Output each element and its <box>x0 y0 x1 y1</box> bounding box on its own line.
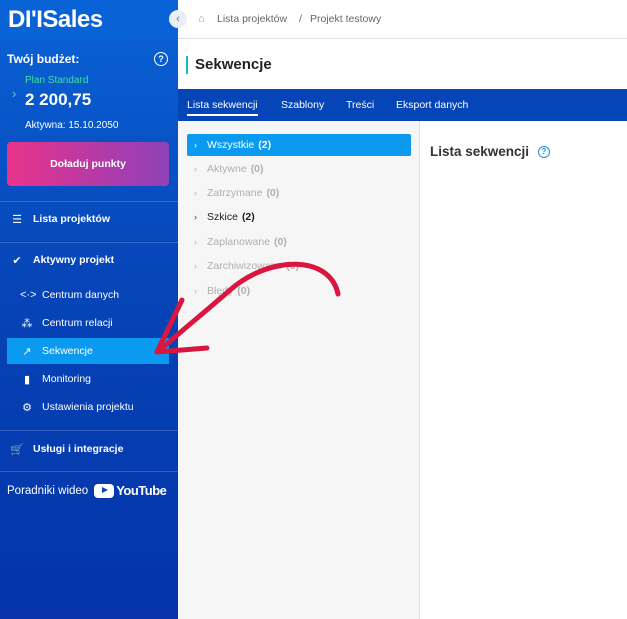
chevron-right-icon: › <box>12 86 17 101</box>
filter-count: (0) <box>274 236 287 248</box>
plan-name: Plan Standard <box>25 75 89 86</box>
collapse-sidebar-button[interactable]: ‹ <box>169 10 187 28</box>
filter-count: (0) <box>250 163 264 175</box>
filter-label: Błędy <box>207 285 234 297</box>
filter-count: (2) <box>241 211 255 223</box>
sidebar-item-relations[interactable]: ⁂ Centrum relacji <box>0 310 178 336</box>
filter-all[interactable]: › Wszystkie (2) <box>187 134 411 156</box>
sidebar-item-label: Lista projektów <box>33 213 111 225</box>
sidebar-item-label: Monitoring <box>42 373 92 385</box>
divider <box>0 201 178 202</box>
topup-button[interactable]: Doładuj punkty <box>7 142 169 186</box>
sidebar-item-label: Centrum relacji <box>42 317 113 329</box>
sidebar-item-services[interactable]: 🛒 Usługi i integracje <box>0 436 178 462</box>
tab-contents[interactable]: Treści <box>346 99 374 111</box>
logo-bar: DI'ISales <box>0 0 178 40</box>
code-arrows-icon: <·> <box>20 289 37 301</box>
filter-count: (0) <box>237 285 251 297</box>
cart-icon: 🛒 <box>10 443 24 456</box>
gear-icon: ⚙ <box>22 401 32 414</box>
sidebar-item-label: Sekwencje <box>42 345 93 357</box>
filter-count: (0) <box>266 187 280 199</box>
filter-label: Zatrzymane <box>207 187 263 199</box>
app-logo[interactable]: DI'ISales <box>8 6 103 34</box>
line-chart-icon: ↗ <box>22 345 32 358</box>
filter-stopped[interactable]: › Zatrzymane (0) <box>187 182 411 204</box>
budget-title: Twój budżet: <box>7 52 80 66</box>
filter-drafts[interactable]: › Szkice (2) <box>187 206 411 228</box>
filter-archived[interactable]: › Zarchiwizowane (0) <box>187 255 411 277</box>
sidebar-item-label: Usługi i integracje <box>33 443 124 455</box>
chevron-right-icon: › <box>194 286 197 296</box>
content-panel: Lista sekwencji ? <box>420 121 627 619</box>
sidebar-item-active-project[interactable]: ✔ Aktywny projekt <box>0 247 178 273</box>
bar-chart-icon: ▮ <box>23 373 31 386</box>
breadcrumb-projects[interactable]: Lista projektów <box>217 13 287 25</box>
sidebar: DI'ISales Twój budżet: ? › Plan Standard… <box>0 0 178 619</box>
list-icon: ☰ <box>12 213 22 226</box>
sidebar-item-project-settings[interactable]: ⚙ Ustawienia projektu <box>0 394 178 420</box>
home-icon[interactable]: ⌂ <box>198 13 205 25</box>
users-icon: ⁂ <box>21 317 33 330</box>
filter-label: Szkice <box>207 211 238 223</box>
chevron-right-icon: › <box>194 164 197 174</box>
sidebar-item-projects[interactable]: ☰ Lista projektów <box>0 206 178 232</box>
breadcrumb-current: Projekt testowy <box>310 13 382 25</box>
tab-data-export[interactable]: Eksport danych <box>396 99 468 111</box>
breadcrumb: ⌂ Lista projektów / Projekt testowy <box>178 0 627 39</box>
divider <box>0 242 178 243</box>
video-guides-link[interactable]: Poradniki wideo YouTube <box>7 483 167 498</box>
title-accent <box>186 56 188 74</box>
active-until: Aktywna: 15.10.2050 <box>25 120 119 131</box>
filter-count: (2) <box>258 139 272 151</box>
sidebar-item-label: Centrum danych <box>42 289 120 301</box>
youtube-icon: YouTube <box>94 483 167 498</box>
filter-label: Zarchiwizowane <box>207 260 283 272</box>
sidebar-item-data-center[interactable]: <·> Centrum danych <box>0 282 178 308</box>
chevron-right-icon: › <box>194 140 197 150</box>
youtube-label: YouTube <box>116 483 167 498</box>
list-title: Lista sekwencji <box>430 144 530 159</box>
chevron-right-icon: › <box>194 237 197 247</box>
sidebar-item-sequences[interactable]: ↗ Sekwencje <box>7 338 169 364</box>
help-icon[interactable]: ? <box>538 146 550 158</box>
chevron-right-icon: › <box>194 188 197 198</box>
sidebar-item-label: Ustawienia projektu <box>42 401 134 413</box>
filter-label: Wszystkie <box>207 139 255 151</box>
filter-scheduled[interactable]: › Zaplanowane (0) <box>187 231 411 253</box>
check-icon: ✔ <box>12 254 22 267</box>
chevron-right-icon: › <box>194 212 197 222</box>
divider <box>0 471 178 472</box>
help-icon[interactable]: ? <box>154 52 168 66</box>
sidebar-item-label: Aktywny projekt <box>33 254 115 266</box>
filter-panel: › Wszystkie (2) › Aktywne (0) › Zatrzymane… <box>178 121 420 619</box>
divider <box>0 430 178 431</box>
tab-sequence-list[interactable]: Lista sekwencji <box>187 99 258 116</box>
filter-label: Zaplanowane <box>207 236 271 248</box>
page-title: Sekwencje <box>195 56 272 73</box>
tabs-bar: Lista sekwencji Szablony Treści Eksport … <box>178 89 627 121</box>
filter-count: (0) <box>286 260 300 272</box>
breadcrumb-separator: / <box>299 13 302 25</box>
filter-active[interactable]: › Aktywne (0) <box>187 158 411 180</box>
video-guides-label: Poradniki wideo <box>7 484 89 497</box>
tab-templates[interactable]: Szablony <box>281 99 324 111</box>
sidebar-item-monitoring[interactable]: ▮ Monitoring <box>0 366 178 392</box>
chevron-right-icon: › <box>194 261 197 271</box>
filter-errors[interactable]: › Błędy (0) <box>187 280 411 302</box>
page-header: Sekwencje <box>178 39 627 89</box>
filter-label: Aktywne <box>207 163 247 175</box>
budget-value: 2 200,75 <box>25 90 92 109</box>
